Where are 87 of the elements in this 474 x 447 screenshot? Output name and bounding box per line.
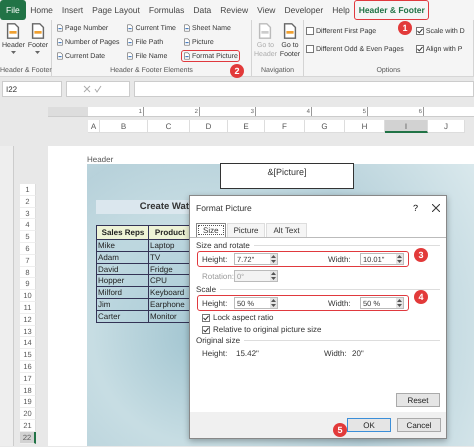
field-label: Height: [202,348,228,358]
document-icon [126,52,134,60]
column-header[interactable]: B [100,120,148,133]
column-header[interactable]: F [265,120,305,133]
ribbon-tab[interactable]: File [0,0,26,20]
table-cell: Carter [97,310,149,323]
sheet-title: Create Wat [96,200,189,214]
help-button[interactable]: ? [406,203,424,213]
header-label: Header [87,155,114,164]
dialog-tab[interactable]: Alt Text [266,223,307,237]
caret-icon [10,51,16,54]
document-icon [182,38,191,46]
table-cell: Keyboard [149,287,191,299]
ok-button[interactable]: OK [347,418,391,432]
name-box[interactable]: I22 [2,81,62,97]
checkbox[interactable] [306,45,314,53]
table-header-cell: Product [149,226,191,240]
document-icon [56,38,64,46]
column-header[interactable]: E [228,120,265,133]
field-label: Rotation: [202,272,234,280]
table-cell: Fridge [149,264,191,276]
checkbox-label: Lock aspect ratio [213,313,274,322]
spin-buttons-icon[interactable] [396,298,403,308]
checkbox[interactable] [306,27,314,35]
document-icon [182,52,191,60]
caret-icon [35,51,40,54]
document-icon [56,52,64,60]
ribbon-tab[interactable]: Help [328,0,354,20]
spin-buttons-icon[interactable] [396,254,403,264]
dialog-tab[interactable]: Picture [226,223,266,237]
field-label: Width: [324,348,348,358]
document-icon [182,24,191,32]
field-label: Width: [328,298,352,308]
ribbon-tab[interactable]: Header & Footer [354,0,430,20]
field-label: Height: [202,254,228,264]
column-header[interactable]: J [428,120,465,133]
column-header[interactable]: G [305,120,345,133]
section-label: Size and rotate [196,241,440,250]
field-label: Height: [202,298,228,308]
ribbon-tab[interactable]: Formulas [144,0,189,20]
table-cell: Earphone [149,298,191,311]
ribbon-tab[interactable]: Data [188,0,216,20]
ruler-margin [48,107,88,116]
cancel-button[interactable]: Cancel [397,418,441,432]
ribbon-tab[interactable]: Insert [57,0,88,20]
spin-buttons-icon[interactable] [270,298,277,308]
dialog-title: Format Picture [196,203,253,213]
header-center-field[interactable]: &[Picture] [220,163,354,189]
column-header[interactable]: C [148,120,190,133]
checkbox[interactable] [416,45,424,53]
checkbox[interactable] [202,326,210,334]
table-header-cell: Sales Reps [97,226,149,240]
ribbon-tab[interactable]: Review [216,0,253,20]
formula-field[interactable] [134,81,474,97]
column-header[interactable]: D [190,120,228,133]
close-icon[interactable] [432,204,440,212]
checkbox[interactable] [202,314,210,322]
section-label: Original size [196,336,440,345]
column-header[interactable]: H [345,120,385,133]
ribbon-tab[interactable]: Page Layout [88,0,144,20]
original-width: 20" [352,348,365,358]
document-icon [126,24,134,32]
ribbon-tab[interactable]: Developer [280,0,328,20]
table-cell: Monitor [149,310,191,323]
ribbon-tab[interactable]: View [252,0,280,20]
table-cell: Mike [97,240,149,252]
table-cell: Milford [97,287,149,299]
table-cell: Hopper [97,275,149,288]
field-label: Width: [328,254,352,264]
spin-buttons-icon[interactable] [270,254,277,264]
table-cell: Laptop [149,240,191,252]
table-cell: CPU [149,275,191,288]
original-height: 15.42" [236,348,260,358]
reset-button[interactable]: Reset [396,393,440,407]
dialog-tab[interactable]: Size [196,223,226,237]
formula-buttons-icon [66,81,130,97]
document-icon [56,24,64,32]
document-icon [126,38,134,46]
column-header[interactable]: I [385,120,428,133]
table-cell: David [97,264,149,276]
table-cell: Adam [97,252,149,264]
table-cell: TV [149,252,191,264]
column-header[interactable]: A [88,120,100,133]
checkbox[interactable] [416,27,424,35]
checkbox-label: Relative to original picture size [213,325,322,334]
table-cell: Jim [97,298,149,311]
ribbon-tab[interactable]: Home [26,0,58,20]
